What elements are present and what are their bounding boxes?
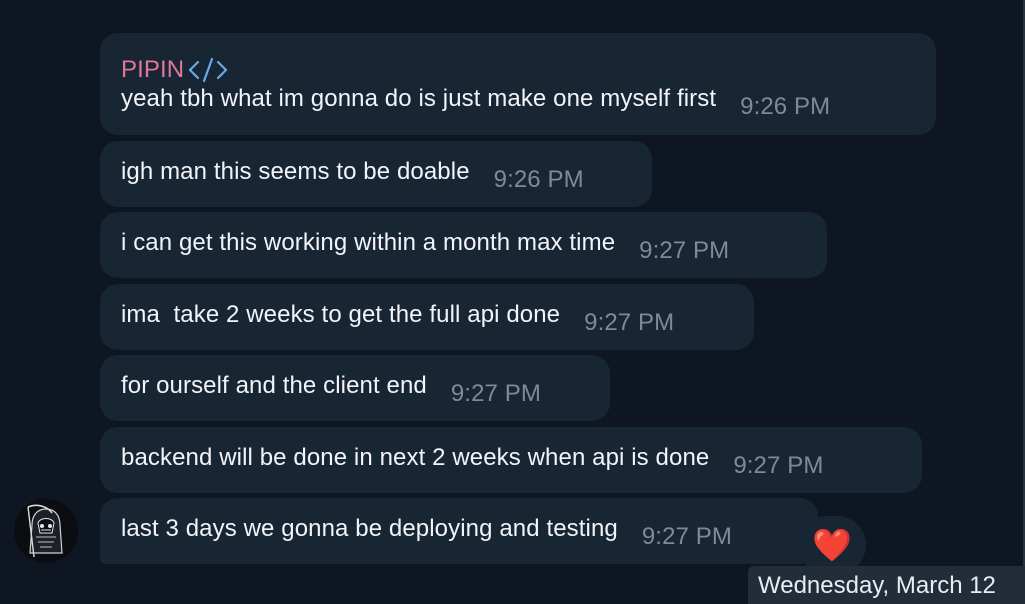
sender-name[interactable]: PIPIN [121,56,184,84]
message-row: yeah tbh what im gonna do is just make o… [121,85,916,120]
message-text: igh man this seems to be doable [121,158,470,185]
message-row: ima take 2 weeks to get the full api don… [121,301,734,336]
message-time: 9:27 PM [450,380,541,407]
message-time: 9:27 PM [641,523,732,550]
message-bubble[interactable]: ima take 2 weeks to get the full api don… [100,284,754,350]
message-bubble[interactable]: PIPIN yeah tbh what im gonna do is just … [100,33,936,135]
message-row: last 3 days we gonna be deploying and te… [121,515,798,550]
sender-header: PIPIN [121,53,916,85]
message-text: backend will be done in next 2 weeks whe… [121,444,710,471]
date-separator: Wednesday, March 12 [748,566,1025,604]
message-row: igh man this seems to be doable 9:26 PM [121,158,632,193]
reaper-avatar-icon [14,499,78,563]
message-row: for ourself and the client end 9:27 PM [121,372,590,407]
message-time: 9:27 PM [639,237,730,264]
message-text: i can get this working within a month ma… [121,229,616,256]
date-separator-label: Wednesday, March 12 [758,572,996,599]
message-time: 9:27 PM [584,309,675,336]
message-bubble[interactable]: last 3 days we gonna be deploying and te… [100,498,818,564]
message-text: for ourself and the client end [121,372,427,399]
message-text: ima take 2 weeks to get the full api don… [121,301,561,328]
message-text: yeah tbh what im gonna do is just make o… [121,85,717,112]
code-icon [187,56,229,84]
message-bubble[interactable]: for ourself and the client end 9:27 PM [100,355,610,421]
message-row: backend will be done in next 2 weeks whe… [121,444,902,479]
message-time: 9:26 PM [493,166,584,193]
message-bubble[interactable]: igh man this seems to be doable 9:26 PM [100,141,652,207]
reaction-emoji: ❤️ [812,527,852,563]
message-bubble[interactable]: i can get this working within a month ma… [100,212,827,278]
message-time: 9:27 PM [733,452,824,479]
chat-view: PIPIN yeah tbh what im gonna do is just … [0,0,1025,604]
message-time: 9:26 PM [740,93,831,120]
message-bubble[interactable]: backend will be done in next 2 weeks whe… [100,427,922,493]
message-row: i can get this working within a month ma… [121,229,807,264]
avatar[interactable] [14,499,78,563]
message-text: last 3 days we gonna be deploying and te… [121,515,618,542]
